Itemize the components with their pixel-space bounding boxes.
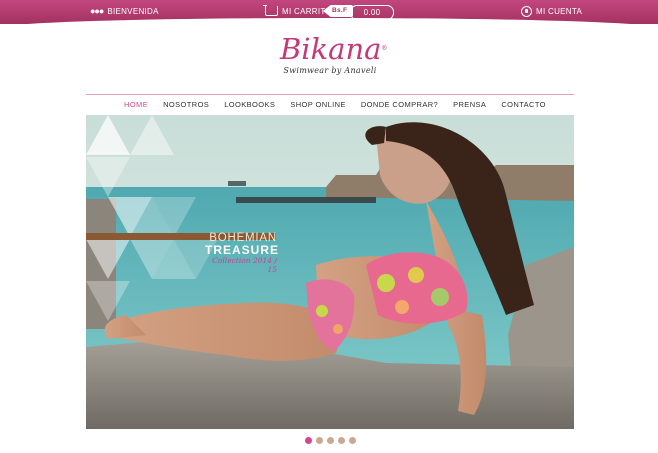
account-icon — [521, 6, 532, 17]
cart-icon — [263, 5, 278, 16]
hero-image — [86, 115, 574, 429]
logo-name: Bikana — [280, 32, 382, 66]
dots-icon: ●●● — [90, 6, 104, 16]
account-link[interactable]: MI CUENTA — [521, 6, 582, 17]
nav-item-shop-online[interactable]: SHOP ONLINE — [290, 100, 346, 109]
account-label: MI CUENTA — [536, 7, 583, 16]
hero-banner: BOHEMIAN TREASURE Collection 2014 / 15 — [86, 115, 574, 429]
slider-dot[interactable] — [327, 437, 334, 444]
welcome-link[interactable]: ●●● BIENVENIDA — [90, 6, 159, 16]
main-nav: HOME NOSOTROS LOOKBOOKS SHOP ONLINE DONDE CO… — [86, 94, 574, 114]
registered-mark: ® — [381, 45, 388, 52]
slider-pagination — [305, 437, 356, 444]
nav-item-lookbooks[interactable]: LOOKBOOKS — [224, 100, 275, 109]
slider-dot[interactable] — [338, 437, 345, 444]
slider-dot[interactable] — [316, 437, 323, 444]
logo[interactable]: Bikana® Swimwear by Anaveli — [280, 32, 387, 92]
hero-line-3: Collection 2014 / 15 — [212, 256, 277, 274]
nav-item-prensa[interactable]: PRENSA — [453, 100, 486, 109]
hero-line-2: TREASURE — [205, 243, 280, 257]
nav-item-nosotros[interactable]: NOSOTROS — [163, 100, 209, 109]
nav-item-home[interactable]: HOME — [124, 100, 148, 109]
hero-caption: BOHEMIAN TREASURE Collection 2014 / 15 — [205, 232, 280, 274]
slider-dot[interactable] — [305, 437, 312, 444]
logo-tagline: Swimwear by Anaveli — [283, 66, 377, 75]
nav-item-donde-comprar[interactable]: DONDE COMPRAR? — [361, 100, 438, 109]
cart-link[interactable]: MI CARRITO — [263, 5, 332, 16]
welcome-label: BIENVENIDA — [107, 6, 159, 16]
nav-item-contacto[interactable]: CONTACTO — [501, 100, 546, 109]
slider-dot[interactable] — [349, 437, 356, 444]
